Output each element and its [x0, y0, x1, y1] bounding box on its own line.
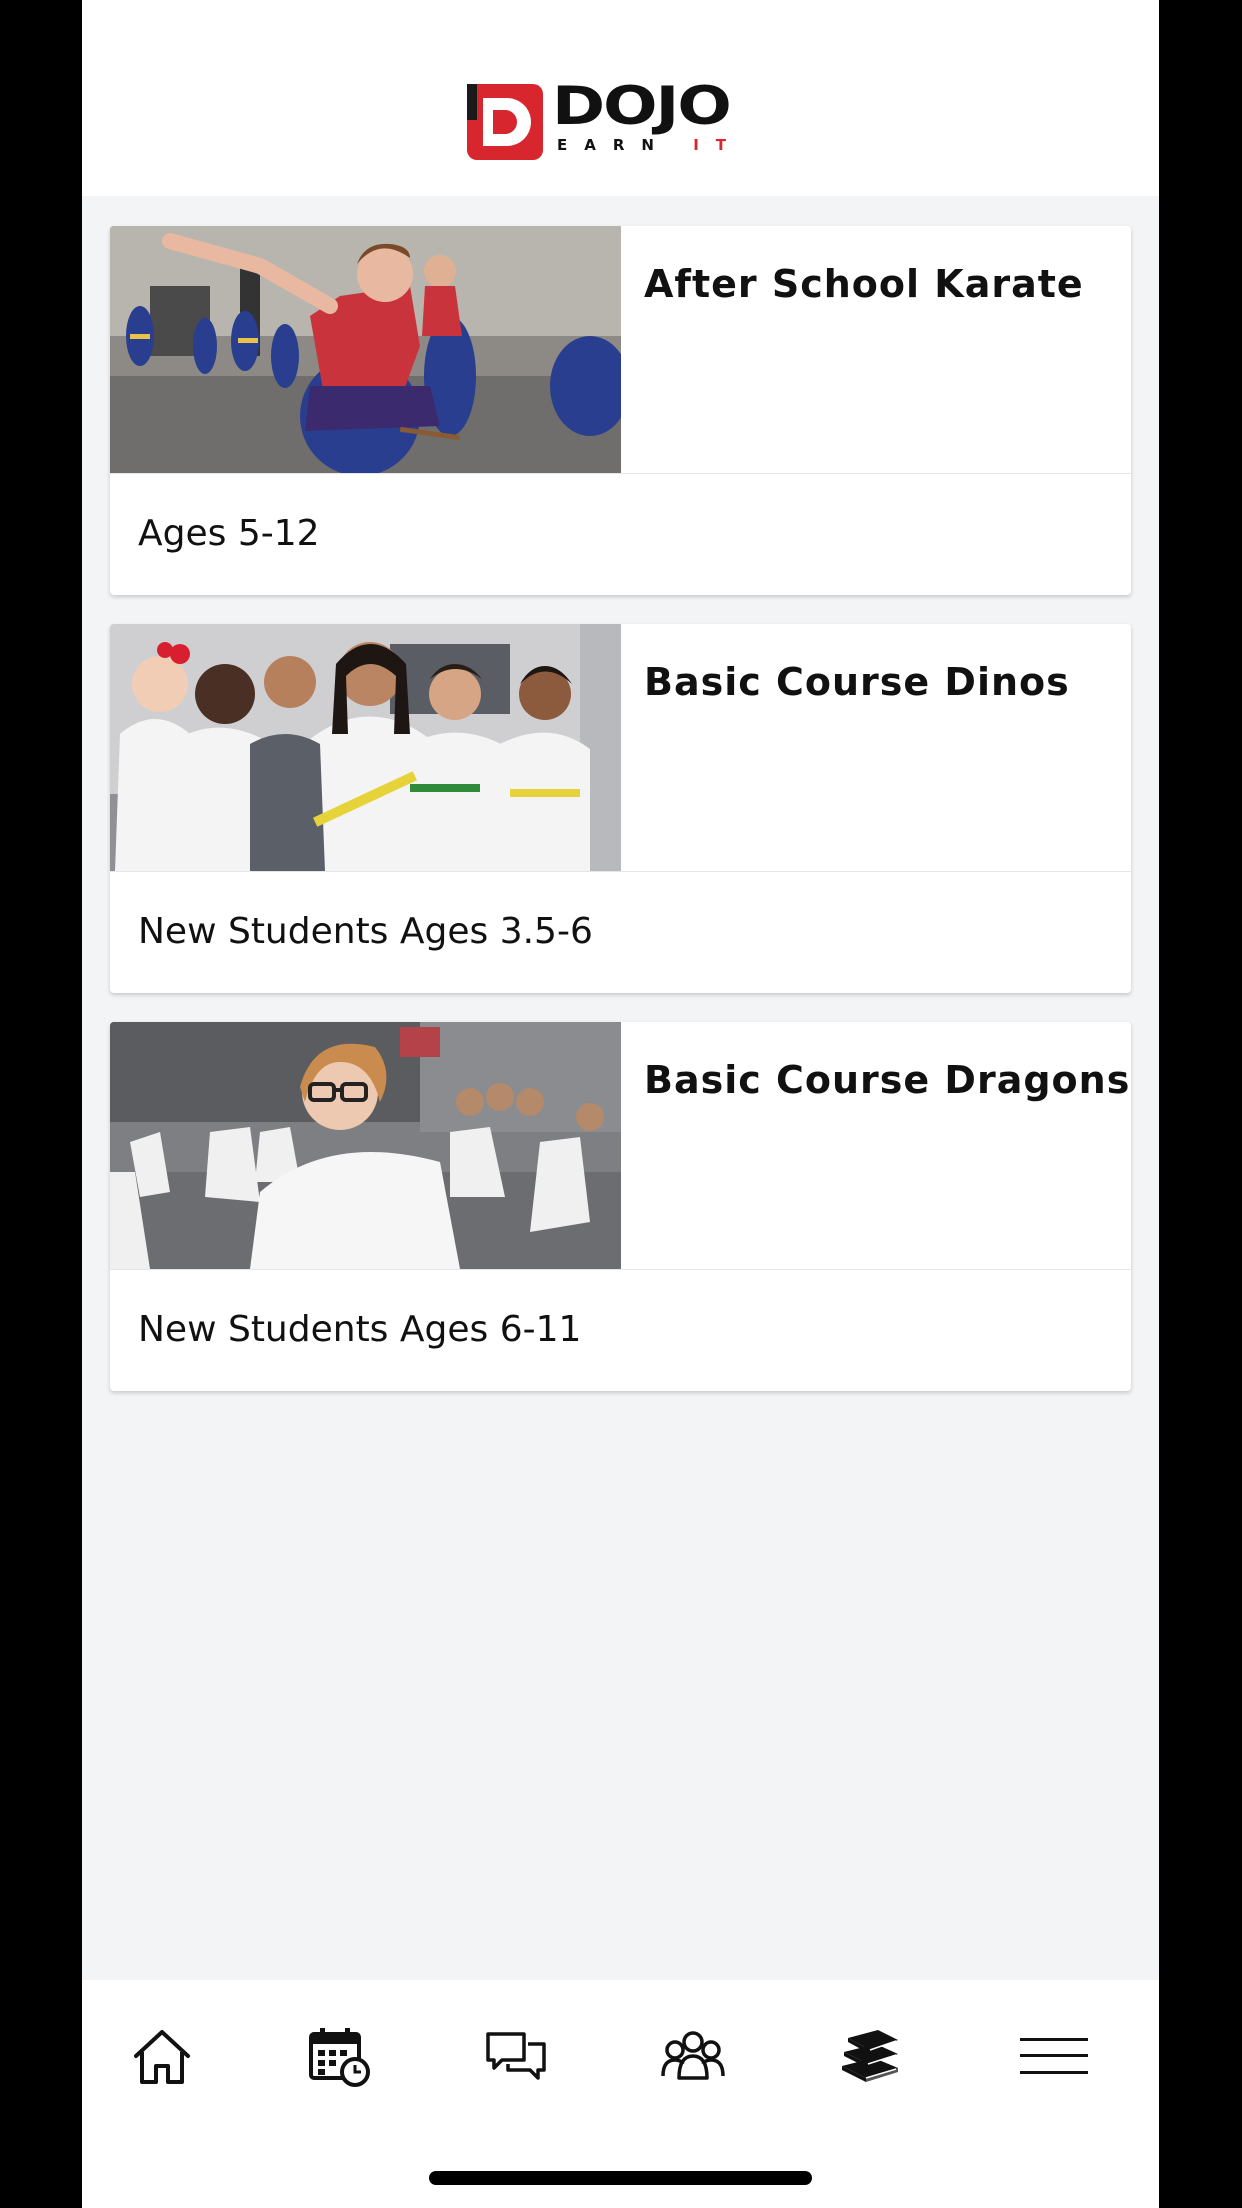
program-card-basic-course-dinos[interactable]: Basic Course Dinos New Students Ages 3.5…	[110, 624, 1131, 993]
card-divider	[110, 473, 1131, 474]
program-card-basic-course-dragons[interactable]: Basic Course Dragons New Students Ages 6…	[110, 1022, 1131, 1391]
program-photo	[110, 226, 621, 473]
menu-icon	[1020, 2038, 1088, 2074]
program-title: Basic Course Dinos	[644, 660, 1070, 704]
calendar-clock-icon	[309, 2028, 370, 2087]
tab-messages[interactable]	[456, 1996, 576, 2116]
tab-menu[interactable]	[994, 1996, 1114, 2116]
tab-library[interactable]	[810, 1996, 930, 2116]
tagline-main: EARN	[557, 136, 671, 154]
program-card-after-school-karate[interactable]: After School Karate Ages 5-12	[110, 226, 1131, 595]
program-subtitle: New Students Ages 6-11	[138, 1309, 582, 1350]
dojo-logo: DOJO EARN IT	[467, 80, 787, 164]
program-title: Basic Course Dragons	[644, 1058, 1131, 1102]
logo-wordmark: DOJO	[552, 76, 732, 137]
program-title: After School Karate	[644, 262, 1084, 306]
program-subtitle: Ages 5-12	[138, 513, 320, 554]
young-kids-white-gi-photo	[110, 624, 621, 871]
people-group-icon	[661, 2031, 725, 2080]
home-indicator[interactable]	[429, 2171, 812, 2185]
dojo-logo-mark-icon	[467, 84, 543, 160]
tab-community[interactable]	[633, 1996, 753, 2116]
logo-tagline: EARN IT	[557, 136, 743, 154]
tab-schedule[interactable]	[279, 1996, 399, 2116]
program-photo	[110, 1022, 621, 1269]
app-header: DOJO EARN IT	[82, 0, 1159, 196]
home-icon	[134, 2030, 190, 2084]
chat-bubbles-icon	[486, 2032, 546, 2080]
app-screen: DOJO EARN IT After School Karate Ages 5-…	[82, 0, 1159, 2208]
program-photo	[110, 624, 621, 871]
girl-glasses-white-gi-photo	[110, 1022, 621, 1269]
card-divider	[110, 1269, 1131, 1270]
karate-kids-blue-gi-photo	[110, 226, 621, 473]
tab-home[interactable]	[102, 1996, 222, 2116]
program-subtitle: New Students Ages 3.5-6	[138, 911, 593, 952]
books-icon	[842, 2030, 898, 2082]
card-divider	[110, 871, 1131, 872]
tagline-accent: IT	[693, 136, 744, 154]
